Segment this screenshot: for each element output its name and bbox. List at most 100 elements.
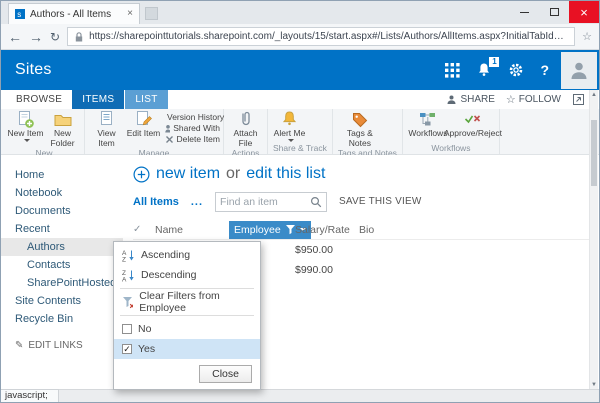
person-icon xyxy=(568,59,590,81)
suite-bar: Sites 1 ? xyxy=(1,50,599,90)
close-window-button[interactable]: × xyxy=(569,1,599,23)
filter-option-yes[interactable]: Yes xyxy=(114,339,260,359)
column-filter-menu: AZ Ascending ZA Descending Clear Filters… xyxy=(113,241,261,390)
sidebar-item-authors[interactable]: Authors xyxy=(1,238,123,256)
sidebar-item-contacts[interactable]: Contacts xyxy=(1,256,123,274)
plus-circle-icon[interactable] xyxy=(133,166,150,183)
focus-content-button[interactable] xyxy=(572,93,585,106)
new-folder-button[interactable]: New Folder xyxy=(44,110,81,148)
delete-item-button[interactable]: Delete Item xyxy=(164,134,220,144)
share-person-icon xyxy=(446,94,457,105)
sidebar-item-recycle-bin[interactable]: Recycle Bin xyxy=(1,310,123,328)
svg-text:A: A xyxy=(122,276,127,282)
find-item-input[interactable] xyxy=(220,196,307,208)
browser-tab[interactable]: s Authors - All Items × xyxy=(8,3,140,24)
save-this-view-link[interactable]: SAVE THIS VIEW xyxy=(339,196,421,207)
favorites-star-icon[interactable]: ☆ xyxy=(582,30,592,43)
vertical-scrollbar[interactable]: ▲ ▼ xyxy=(589,90,598,389)
share-label: SHARE xyxy=(460,94,494,105)
filter-menu-footer: Close xyxy=(114,359,260,383)
checkbox-icon[interactable] xyxy=(122,324,132,334)
window-controls: × xyxy=(509,1,599,23)
new-tab-button[interactable] xyxy=(145,7,158,20)
follow-label: FOLLOW xyxy=(519,94,561,105)
maximize-icon xyxy=(550,8,559,16)
app-launcher-button[interactable] xyxy=(445,63,460,78)
new-item-row: new item or edit this list xyxy=(133,163,590,185)
close-button[interactable]: Close xyxy=(199,365,252,383)
filter-option-no[interactable]: No xyxy=(114,319,260,339)
version-history-button[interactable]: Version History xyxy=(164,112,220,122)
scrollbar-thumb[interactable] xyxy=(591,120,597,186)
address-bar[interactable]: https://sharepointtutorials.sharepoint.c… xyxy=(67,27,575,46)
view-item-button[interactable]: View Item xyxy=(88,110,125,148)
approve-reject-button[interactable]: Approve/Reject xyxy=(450,110,496,139)
edit-links-button[interactable]: ✎ EDIT LINKS xyxy=(1,340,123,351)
refresh-button[interactable]: ↻ xyxy=(50,30,60,44)
maximize-button[interactable] xyxy=(539,1,569,23)
ribbon-group-workflows: Workflows Approve/Reject Workflows xyxy=(403,109,500,154)
tab-items[interactable]: ITEMS xyxy=(72,90,124,109)
settings-button[interactable] xyxy=(508,62,524,78)
view-selector-row: All Items ... SAVE THIS VIEW xyxy=(133,191,590,212)
sidebar-item-sharepointhostedapp[interactable]: SharePointHostedApp xyxy=(1,274,123,292)
sidebar-item-home[interactable]: Home xyxy=(1,166,123,184)
sidebar-item-documents[interactable]: Documents xyxy=(1,202,123,220)
sort-descending-icon: ZA xyxy=(122,269,135,282)
column-header-employee[interactable]: Employee xyxy=(229,221,295,239)
scroll-up-arrow[interactable]: ▲ xyxy=(590,90,598,99)
edit-this-list-link[interactable]: edit this list xyxy=(246,165,325,183)
minimize-button[interactable] xyxy=(509,1,539,23)
tags-notes-button[interactable]: Tags & Notes xyxy=(336,110,384,148)
view-more-menu[interactable]: ... xyxy=(191,196,203,208)
view-item-icon xyxy=(97,110,116,129)
tab-browse[interactable]: BROWSE xyxy=(6,90,72,109)
sidebar-item-notebook[interactable]: Notebook xyxy=(1,184,123,202)
delete-item-label: Delete Item xyxy=(177,134,220,144)
checkbox-icon[interactable] xyxy=(122,344,132,354)
sort-descending-label: Descending xyxy=(141,269,196,281)
tab-close-icon[interactable]: × xyxy=(127,9,133,19)
clear-filters-item[interactable]: Clear Filters from Employee xyxy=(114,292,260,312)
alert-bell-icon xyxy=(280,110,299,129)
column-header-salary[interactable]: Salary/Rate xyxy=(295,224,359,236)
tab-list[interactable]: LIST xyxy=(125,90,167,109)
follow-button[interactable]: ☆ FOLLOW xyxy=(506,93,561,106)
shared-with-icon xyxy=(164,123,170,134)
column-header-bio[interactable]: Bio xyxy=(359,224,409,236)
new-item-button[interactable]: New Item xyxy=(7,110,44,142)
column-header-name[interactable]: Name xyxy=(155,224,229,236)
sidebar-item-site-contents[interactable]: Site Contents xyxy=(1,292,123,310)
sort-descending-item[interactable]: ZA Descending xyxy=(114,265,260,285)
svg-text:s: s xyxy=(17,10,21,19)
browser-window: s Authors - All Items × × ← → ↻ https://… xyxy=(0,0,600,403)
view-tab-all-items[interactable]: All Items xyxy=(133,196,179,208)
select-all-checkmark[interactable]: ✓ xyxy=(133,224,155,235)
new-item-link[interactable]: new item xyxy=(156,165,220,183)
new-folder-label: New Folder xyxy=(44,129,81,148)
back-button[interactable]: ← xyxy=(8,30,22,44)
profile-avatar-button[interactable] xyxy=(561,52,597,89)
attach-file-button[interactable]: Attach File xyxy=(227,110,264,148)
shared-with-button[interactable]: Shared With xyxy=(164,123,220,133)
browser-titlebar: s Authors - All Items × × xyxy=(1,1,599,24)
approve-reject-icon xyxy=(463,110,482,129)
edit-item-button[interactable]: Edit Item xyxy=(125,110,162,139)
forward-button[interactable]: → xyxy=(29,30,43,44)
pencil-icon: ✎ xyxy=(15,340,23,351)
scroll-down-arrow[interactable]: ▼ xyxy=(590,380,598,389)
gear-icon xyxy=(508,62,524,78)
salary-cell: $990.00 xyxy=(295,264,359,276)
alert-me-button[interactable]: Alert Me xyxy=(271,110,308,142)
share-button[interactable]: SHARE xyxy=(446,94,494,105)
notifications-button[interactable]: 1 xyxy=(476,62,492,79)
sort-ascending-icon: AZ xyxy=(122,249,135,262)
or-text: or xyxy=(226,165,240,183)
lock-icon xyxy=(74,31,84,43)
sort-ascending-item[interactable]: AZ Ascending xyxy=(114,245,260,265)
sidebar-item-recent[interactable]: Recent xyxy=(1,220,123,238)
search-icon[interactable] xyxy=(310,196,322,208)
ribbon-group-label: Share & Track xyxy=(271,143,329,154)
help-button[interactable]: ? xyxy=(540,62,549,78)
salary-cell: $950.00 xyxy=(295,244,359,256)
